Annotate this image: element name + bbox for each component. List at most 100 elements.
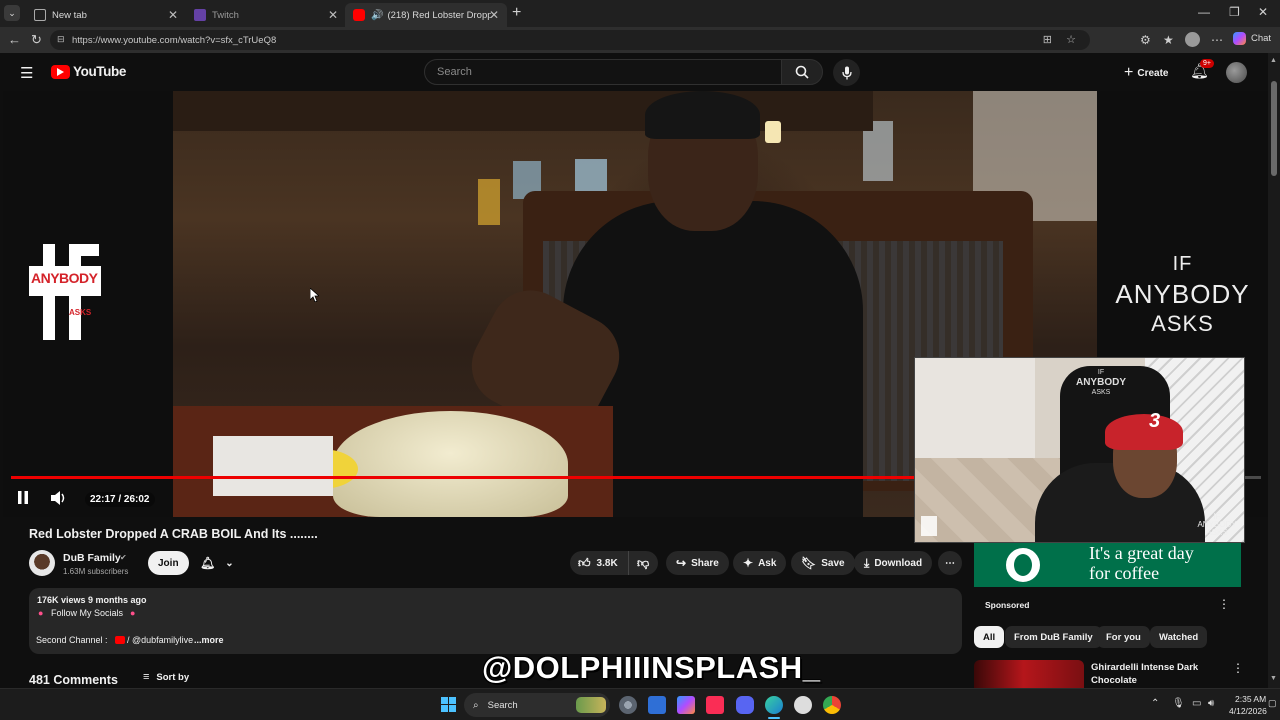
search-button[interactable]	[781, 59, 823, 85]
channel-avatar[interactable]	[29, 550, 55, 576]
ad-headline-1: It's a great day	[1089, 543, 1194, 563]
github-app-icon[interactable]	[794, 696, 812, 714]
notifications-button[interactable]: 🔔︎ 9+	[1190, 59, 1214, 81]
close-window-icon[interactable]: ✕	[1258, 5, 1268, 19]
more-options-icon[interactable]: ⋯	[1211, 33, 1223, 47]
favorites-icon[interactable]: ★	[1163, 33, 1174, 47]
search-icon	[795, 65, 809, 79]
create-button[interactable]: + Create	[1114, 61, 1178, 85]
more-actions-button[interactable]: ⋯	[938, 551, 962, 575]
address-bar[interactable]: ⊟ https://www.youtube.com/watch?v=sfx_cT…	[50, 30, 1090, 50]
close-icon[interactable]: ✕	[168, 8, 178, 22]
speaker-icon[interactable]: 🔊︎	[1208, 698, 1214, 709]
tab-new-tab[interactable]: New tab ✕	[26, 3, 186, 27]
second-channel-link[interactable]: / @dubfamilylive	[127, 635, 193, 645]
discord-app-icon[interactable]	[736, 696, 754, 714]
tab-twitch[interactable]: Twitch ✕	[186, 3, 346, 27]
scroll-up-icon[interactable]: ▲	[1270, 57, 1277, 64]
store-app-icon[interactable]	[648, 696, 666, 714]
microphone-icon[interactable]: 🎙︎	[1172, 698, 1185, 709]
windows-taskbar: ⌕ Search ⌃ 🎙︎ ▭ 🔊︎ 2:35 AM 4/12/2026 ▢	[0, 688, 1280, 720]
copilot-app-icon[interactable]	[677, 696, 695, 714]
subscribe-notification-button[interactable]: 🔔︎ ⌄	[194, 551, 240, 575]
save-button[interactable]: 🔖︎ Save	[791, 551, 855, 575]
tab-youtube[interactable]: 🔊 (218) Red Lobster Dropped A ✕	[345, 3, 507, 27]
sort-by-button[interactable]: ≡ Sort by	[143, 671, 189, 683]
channel-name[interactable]: DuB Family	[63, 552, 121, 564]
more-icon: ⋯	[945, 557, 955, 569]
next-video-thumbnail[interactable]	[974, 660, 1084, 688]
speaker-icon[interactable]: 🔊	[371, 10, 383, 21]
close-icon[interactable]: ✕	[489, 8, 499, 22]
chip-all[interactable]: All	[974, 626, 1005, 648]
thumbs-up-icon: 👍︎	[578, 555, 591, 570]
like-button[interactable]: 👍︎ 3.8K	[570, 551, 628, 575]
chevron-down-icon: ⌄	[225, 557, 234, 569]
chip-watched[interactable]: Watched	[1150, 626, 1208, 648]
notification-center-icon[interactable]: ▢	[1268, 698, 1277, 709]
search-input[interactable]: Search	[424, 59, 782, 85]
profile-avatar[interactable]	[1185, 32, 1200, 47]
music-app-icon[interactable]	[706, 696, 724, 714]
copilot-chat-button[interactable]: Chat	[1233, 32, 1271, 45]
clock-time[interactable]: 2:35 AM	[1235, 694, 1266, 704]
voice-search-button[interactable]	[833, 59, 860, 86]
extensions-icon[interactable]: ⚙	[1140, 33, 1151, 47]
chip-for-you[interactable]: For you	[1097, 626, 1150, 648]
restore-icon[interactable]: ❐	[1229, 5, 1240, 19]
tray-overflow-icon[interactable]: ⌃	[1151, 698, 1159, 709]
logo-word-asks: ASKS	[69, 308, 92, 317]
next-video-menu-icon[interactable]: ⋮	[1232, 661, 1244, 675]
chip-label: For you	[1106, 631, 1141, 643]
tab-label: Twitch	[212, 9, 239, 21]
chip-label: From DuB Family	[1014, 631, 1093, 643]
views-and-date: 176K views 9 months ago	[37, 595, 147, 605]
page-scrollbar[interactable]: ▲ ▼	[1268, 53, 1280, 688]
clock-date[interactable]: 4/12/2026	[1229, 706, 1267, 716]
ask-label: Ask	[758, 557, 777, 569]
account-avatar[interactable]	[1226, 62, 1247, 83]
reader-view-icon[interactable]: ⊞	[1043, 33, 1052, 46]
site-info-icon[interactable]: ⊟	[57, 34, 65, 45]
download-icon: ⤓	[864, 555, 870, 570]
chip-from-dub-family[interactable]: From DuB Family	[1005, 626, 1102, 648]
share-button[interactable]: ↪ Share	[666, 551, 729, 575]
chip-label: Watched	[1159, 631, 1199, 643]
chrome-app-icon[interactable]	[823, 696, 841, 714]
volume-button[interactable]	[51, 491, 67, 510]
network-icon[interactable]: ▭	[1192, 698, 1201, 709]
reload-icon[interactable]: ↻	[31, 32, 42, 48]
edge-app-icon[interactable]	[765, 696, 783, 714]
browser-toolbar: ← ↻ ⊟ https://www.youtube.com/watch?v=sf…	[0, 27, 1280, 53]
description-box[interactable]: 176K views 9 months ago ● Follow My Soci…	[29, 588, 962, 654]
settings-app-icon[interactable]	[619, 696, 637, 714]
download-button[interactable]: ⤓ Download	[854, 551, 933, 575]
ad-menu-icon[interactable]: ⋮	[1218, 597, 1230, 611]
youtube-favicon-icon	[353, 9, 365, 21]
scrollbar-thumb[interactable]	[1271, 81, 1277, 176]
sponsored-label: Sponsored	[985, 600, 1030, 610]
join-button[interactable]: Join	[148, 551, 189, 575]
tab-list-button[interactable]: ⌄	[4, 5, 20, 21]
back-icon[interactable]: ←	[8, 32, 21, 47]
scroll-down-icon[interactable]: ▼	[1270, 675, 1277, 682]
new-tab-button[interactable]: +	[512, 4, 521, 22]
twitch-icon	[194, 9, 206, 21]
close-icon[interactable]: ✕	[328, 8, 338, 22]
minimize-icon[interactable]: —	[1198, 5, 1210, 19]
hamburger-menu-icon[interactable]: ☰	[20, 64, 33, 82]
youtube-wordmark: YouTube	[73, 64, 126, 79]
taskbar-search-box[interactable]: ⌕ Search	[464, 693, 610, 717]
favorite-star-icon[interactable]: ☆	[1066, 33, 1076, 46]
logo-line-if: IF	[1172, 253, 1193, 275]
dislike-button[interactable]: 👎︎	[628, 551, 658, 575]
ask-button[interactable]: ✦ Ask	[733, 551, 787, 575]
start-button[interactable]	[441, 697, 456, 712]
youtube-logo[interactable]: YouTube	[51, 64, 126, 79]
show-more-link[interactable]: ...more	[194, 635, 224, 645]
next-video-title[interactable]: Ghirardelli Intense Dark Chocolate	[1091, 661, 1221, 687]
share-label: Share	[691, 557, 719, 569]
pause-button[interactable]	[17, 491, 29, 509]
url-text: https://www.youtube.com/watch?v=sfx_cTrU…	[72, 34, 277, 46]
starbucks-ad[interactable]: It's a great day for coffee Sponsored ⋮	[974, 543, 1241, 620]
